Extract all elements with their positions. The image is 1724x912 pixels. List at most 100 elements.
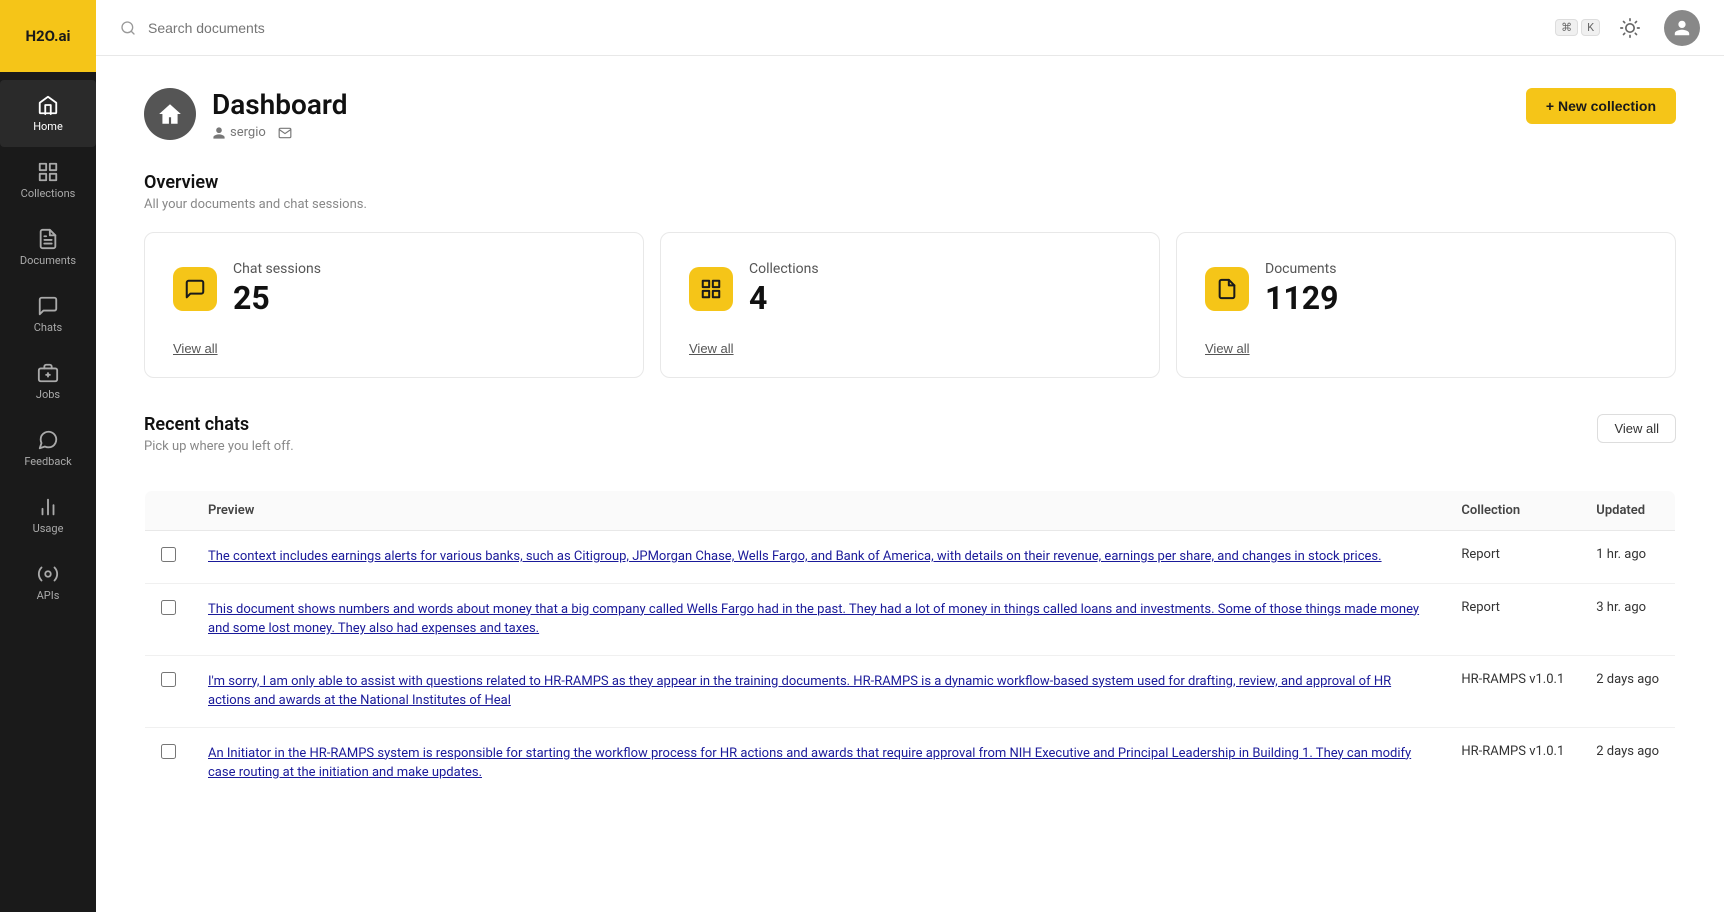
row-checkbox-cell[interactable]	[145, 531, 193, 584]
sidebar: H2O.ai Home Collections	[0, 0, 96, 912]
row-collection-1: Report	[1445, 583, 1580, 655]
table-header-updated: Updated	[1580, 491, 1675, 531]
row-checkbox-3[interactable]	[161, 744, 176, 759]
documents-view-all[interactable]: View all	[1205, 341, 1250, 356]
collections-card: Collections 4 View all	[660, 232, 1160, 378]
user-icon	[1673, 19, 1691, 37]
sun-icon	[1620, 18, 1640, 38]
dashboard-title-row: Dashboard sergio	[144, 88, 348, 140]
row-updated-0: 1 hr. ago	[1580, 531, 1675, 584]
apis-icon	[37, 563, 59, 585]
row-checkbox-1[interactable]	[161, 600, 176, 615]
dashboard-username: sergio	[230, 125, 266, 140]
kbd-cmd: ⌘	[1555, 19, 1578, 36]
table-row: The context includes earnings alerts for…	[145, 531, 1676, 584]
preview-link-0[interactable]: The context includes earnings alerts for…	[208, 549, 1382, 564]
sidebar-label-home: Home	[33, 120, 63, 133]
search-keyboard-shortcut: ⌘ K	[1555, 19, 1600, 36]
row-checkbox-cell[interactable]	[145, 583, 193, 655]
recent-chats-section: Recent chats Pick up where you left off.…	[144, 414, 1676, 800]
table-row: This document shows numbers and words ab…	[145, 583, 1676, 655]
row-updated-2: 2 days ago	[1580, 655, 1675, 727]
row-collection-3: HR-RAMPS v1.0.1	[1445, 727, 1580, 799]
sidebar-nav: Home Collections Documents	[0, 72, 96, 616]
user-avatar-button[interactable]	[1664, 10, 1700, 46]
row-preview-3: An Initiator in the HR-RAMPS system is r…	[192, 727, 1445, 799]
row-preview-1: This document shows numbers and words ab…	[192, 583, 1445, 655]
dashboard-header: Dashboard sergio	[144, 88, 1676, 140]
row-checkbox-0[interactable]	[161, 547, 176, 562]
chat-sessions-view-all[interactable]: View all	[173, 341, 218, 356]
row-collection-2: HR-RAMPS v1.0.1	[1445, 655, 1580, 727]
table-row: I'm sorry, I am only able to assist with…	[145, 655, 1676, 727]
sidebar-label-collections: Collections	[21, 187, 76, 200]
topbar: ⌘ K	[96, 0, 1724, 56]
feedback-icon	[37, 429, 59, 451]
row-checkbox-cell[interactable]	[145, 727, 193, 799]
preview-link-1[interactable]: This document shows numbers and words ab…	[208, 602, 1419, 637]
sidebar-item-chats[interactable]: Chats	[0, 281, 96, 348]
preview-link-3[interactable]: An Initiator in the HR-RAMPS system is r…	[208, 746, 1411, 781]
row-preview-0: The context includes earnings alerts for…	[192, 531, 1445, 584]
usage-icon	[37, 496, 59, 518]
row-preview-2: I'm sorry, I am only able to assist with…	[192, 655, 1445, 727]
table-header-checkbox	[145, 491, 193, 531]
recent-chats-subtitle: Pick up where you left off.	[144, 439, 294, 454]
collections-top: Collections 4	[689, 261, 1131, 317]
sidebar-item-apis[interactable]: APIs	[0, 549, 96, 616]
search-icon	[120, 20, 136, 36]
sidebar-label-apis: APIs	[37, 589, 60, 602]
topbar-right	[1612, 10, 1700, 46]
sidebar-item-home[interactable]: Home	[0, 80, 96, 147]
overview-subtitle: All your documents and chat sessions.	[144, 197, 1676, 212]
documents-top: Documents 1129	[1205, 261, 1647, 317]
sidebar-label-documents: Documents	[20, 254, 76, 267]
dashboard-meta: sergio	[212, 125, 348, 140]
sidebar-label-chats: Chats	[34, 321, 62, 334]
recent-chats-view-all-button[interactable]: View all	[1597, 414, 1676, 443]
table-header-collection: Collection	[1445, 491, 1580, 531]
chat-sessions-icon	[173, 267, 217, 311]
preview-link-2[interactable]: I'm sorry, I am only able to assist with…	[208, 674, 1391, 709]
chat-sessions-label: Chat sessions	[233, 261, 321, 277]
collections-stat-icon	[689, 267, 733, 311]
table-header-preview: Preview	[192, 491, 1445, 531]
dashboard-icon	[144, 88, 196, 140]
documents-card: Documents 1129 View all	[1176, 232, 1676, 378]
row-collection-0: Report	[1445, 531, 1580, 584]
main-area: ⌘ K	[96, 0, 1724, 912]
table-header-row: Preview Collection Updated	[145, 491, 1676, 531]
sidebar-item-documents[interactable]: Documents	[0, 214, 96, 281]
collections-label: Collections	[749, 261, 819, 277]
collections-view-all[interactable]: View all	[689, 341, 734, 356]
sidebar-label-jobs: Jobs	[36, 388, 60, 401]
collections-value: 4	[749, 279, 819, 317]
row-updated-3: 2 days ago	[1580, 727, 1675, 799]
dashboard-info: Dashboard sergio	[212, 88, 348, 140]
sidebar-label-feedback: Feedback	[24, 455, 71, 468]
row-checkbox-2[interactable]	[161, 672, 176, 687]
user-meta: sergio	[212, 125, 266, 140]
kbd-k: K	[1581, 19, 1600, 36]
sidebar-item-feedback[interactable]: Feedback	[0, 415, 96, 482]
theme-toggle-button[interactable]	[1612, 10, 1648, 46]
collections-icon	[37, 161, 59, 183]
sidebar-label-usage: Usage	[33, 522, 64, 535]
table-row: An Initiator in the HR-RAMPS system is r…	[145, 727, 1676, 799]
row-updated-1: 3 hr. ago	[1580, 583, 1675, 655]
row-checkbox-cell[interactable]	[145, 655, 193, 727]
page-title: Dashboard	[212, 88, 348, 121]
sidebar-item-jobs[interactable]: Jobs	[0, 348, 96, 415]
search-input[interactable]	[148, 20, 1543, 36]
email-icon	[278, 126, 292, 140]
jobs-icon	[37, 362, 59, 384]
chat-sessions-top: Chat sessions 25	[173, 261, 615, 317]
overview-section: Overview All your documents and chat ses…	[144, 172, 1676, 378]
documents-icon	[37, 228, 59, 250]
sidebar-item-collections[interactable]: Collections	[0, 147, 96, 214]
chat-sessions-value: 25	[233, 279, 321, 317]
user-small-icon	[212, 126, 226, 140]
sidebar-item-usage[interactable]: Usage	[0, 482, 96, 549]
new-collection-button[interactable]: + New collection	[1526, 88, 1676, 124]
app-logo[interactable]: H2O.ai	[0, 0, 96, 72]
